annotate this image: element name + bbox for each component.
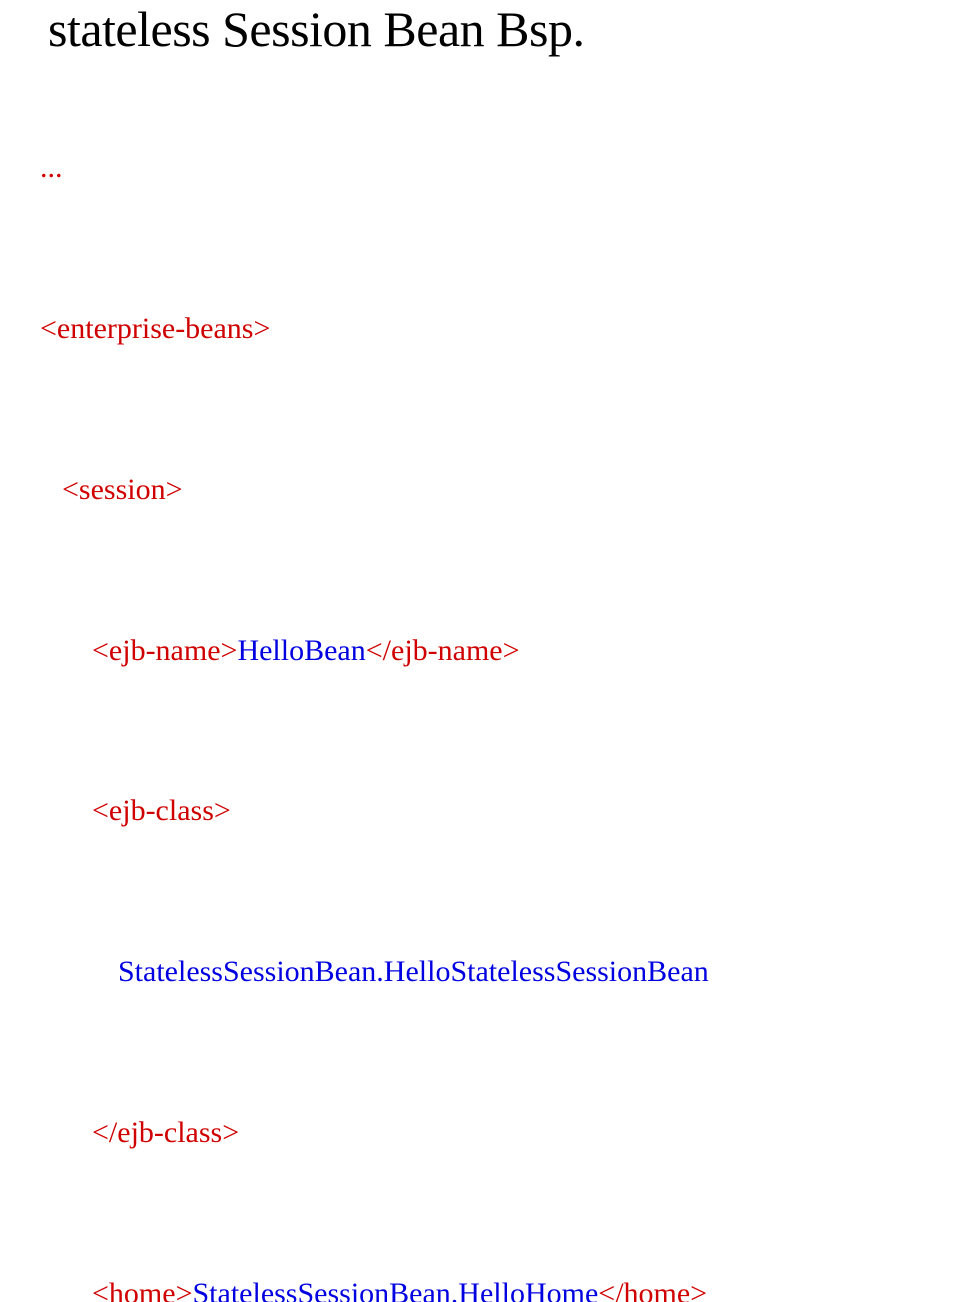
home-line: <home>StatelessSessionBean.HelloHome</ho… [92, 1274, 920, 1302]
ejbname-value: HelloBean [237, 634, 365, 667]
ejbname-open-tag: <ejb-name> [92, 634, 237, 667]
page-title: stateless Session Bean Bsp. [48, 0, 920, 58]
home-open-tag: <home> [92, 1277, 193, 1302]
ellipsis: ... [40, 148, 920, 188]
code-block: ... <enterprise-beans> <session> <ejb-na… [40, 68, 920, 1302]
eb-open: <enterprise-beans> [40, 309, 920, 349]
ejbclass-close-tag: </ejb-class> [92, 1113, 920, 1153]
slide-container: stateless Session Bean Bsp. ... <enterpr… [0, 0, 960, 1302]
session-open: <session> [62, 470, 920, 510]
home-value: StatelessSessionBean.HelloHome [193, 1277, 599, 1302]
home-close-tag: </home> [598, 1277, 707, 1302]
ejbname-close-tag: </ejb-name> [366, 634, 520, 667]
ejbclass-value: StatelessSessionBean.HelloStatelessSessi… [118, 952, 920, 992]
ejbclass-open-tag: <ejb-class> [92, 791, 920, 831]
